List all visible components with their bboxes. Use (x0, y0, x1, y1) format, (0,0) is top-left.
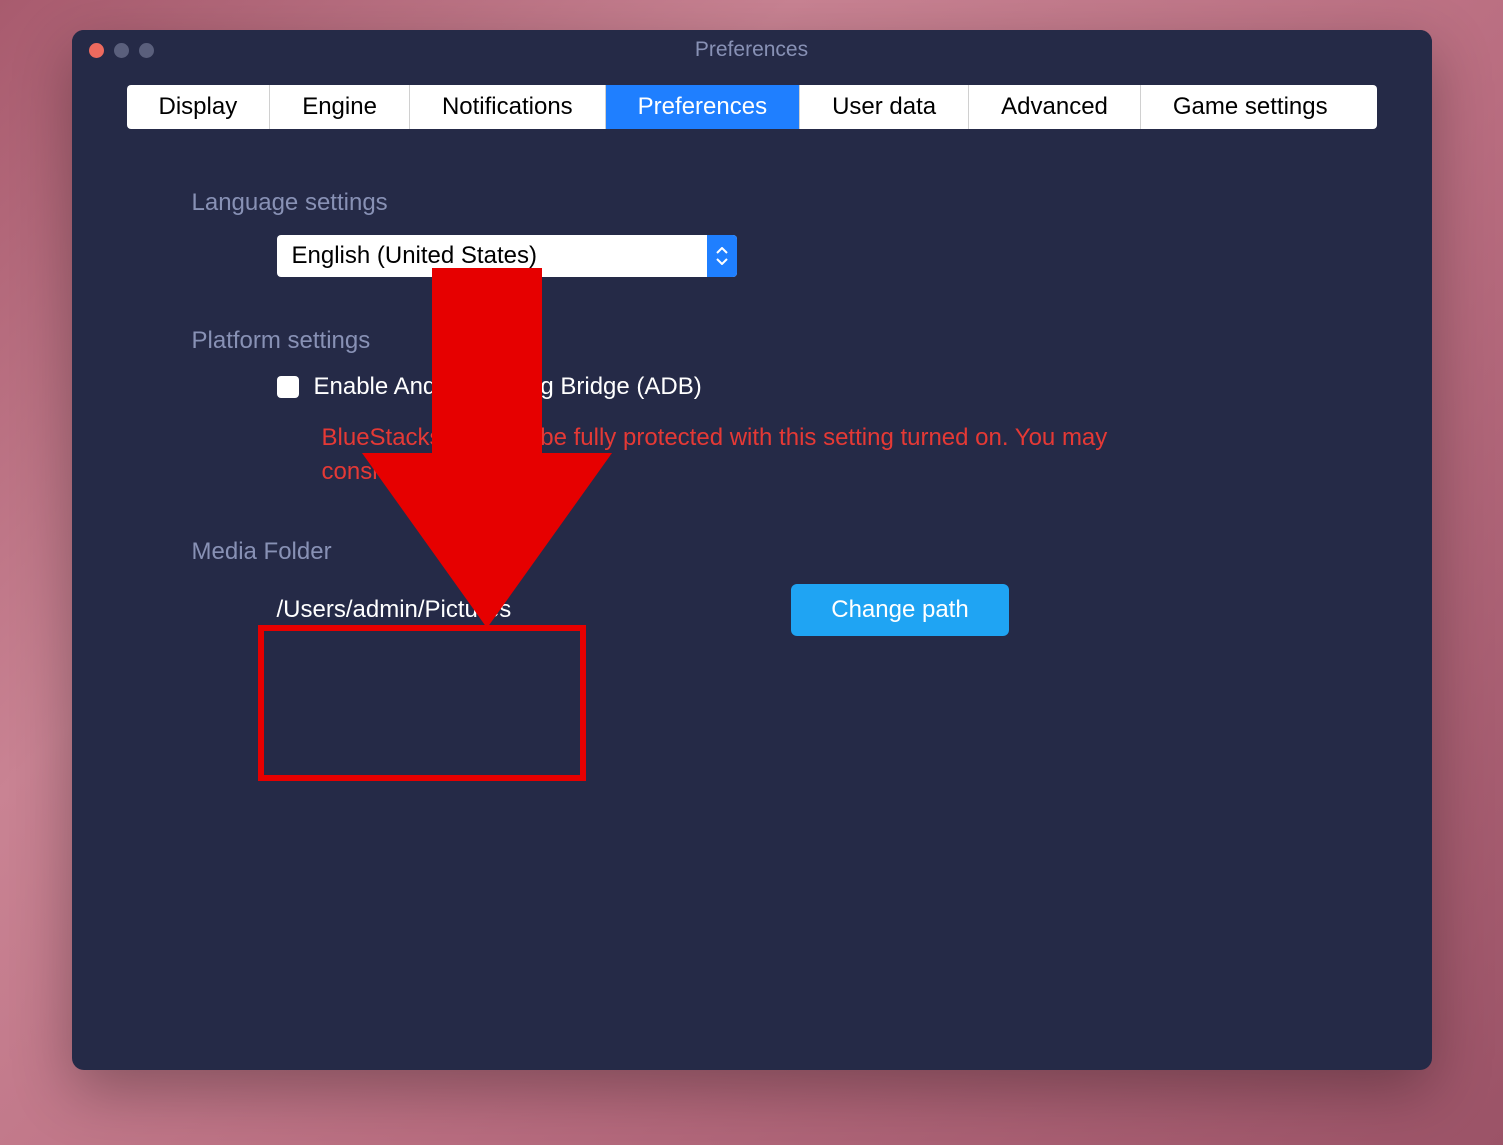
adb-checkbox-label: Enable Android Debug Bridge (ADB) (314, 373, 702, 401)
tab-engine[interactable]: Engine (270, 85, 410, 129)
traffic-lights (72, 43, 154, 58)
change-path-button[interactable]: Change path (791, 584, 1008, 636)
tab-advanced[interactable]: Advanced (969, 85, 1141, 129)
preferences-window: Preferences Display Engine Notifications… (72, 30, 1432, 1070)
language-select-value: English (United States) (277, 242, 707, 270)
close-button[interactable] (89, 43, 104, 58)
maximize-button[interactable] (139, 43, 154, 58)
media-section: Media Folder /Users/admin/Pictures Chang… (192, 538, 1312, 636)
media-path-row: /Users/admin/Pictures Change path (192, 584, 1312, 636)
media-section-label: Media Folder (192, 538, 1312, 566)
tab-notifications[interactable]: Notifications (410, 85, 606, 129)
adb-checkbox-row: Enable Android Debug Bridge (ADB) (277, 373, 1312, 401)
platform-section-label: Platform settings (192, 327, 1312, 355)
minimize-button[interactable] (114, 43, 129, 58)
window-title: Preferences (695, 38, 808, 62)
language-section: Language settings English (United States… (192, 189, 1312, 277)
tab-preferences[interactable]: Preferences (606, 85, 800, 129)
select-arrows-icon (707, 235, 737, 277)
language-select[interactable]: English (United States) (277, 235, 737, 277)
language-section-label: Language settings (192, 189, 1312, 217)
tab-game-settings[interactable]: Game settings (1141, 85, 1360, 129)
content-area: Language settings English (United States… (72, 129, 1432, 746)
adb-warning-text: BlueStacks may not be fully protected wi… (322, 421, 1142, 488)
tab-display[interactable]: Display (127, 85, 271, 129)
tabs-bar: Display Engine Notifications Preferences… (127, 85, 1377, 129)
titlebar: Preferences (72, 30, 1432, 70)
adb-checkbox[interactable] (277, 376, 299, 398)
media-path-value: /Users/admin/Pictures (277, 596, 512, 624)
tab-user-data[interactable]: User data (800, 85, 969, 129)
platform-section: Platform settings Enable Android Debug B… (192, 327, 1312, 488)
